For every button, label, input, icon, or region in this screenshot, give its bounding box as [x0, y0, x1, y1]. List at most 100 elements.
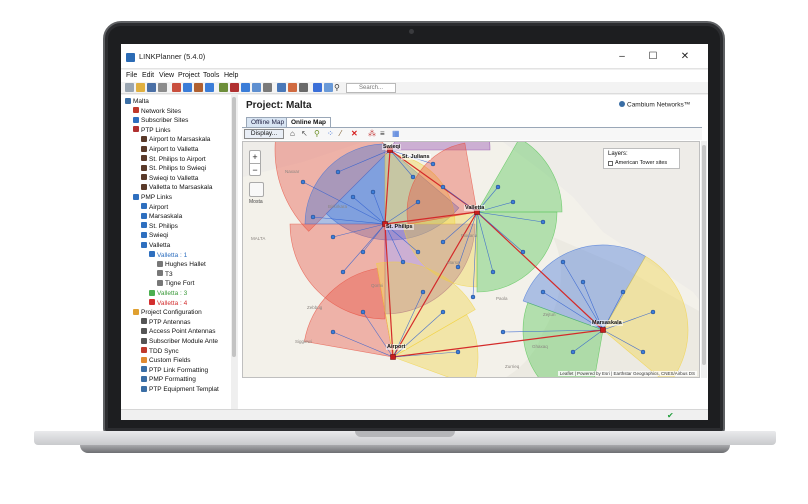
tab-offline-map[interactable]: Offline Map — [246, 117, 290, 127]
site-label-airport[interactable]: Airport — [386, 344, 407, 350]
laptop-notch — [355, 431, 455, 437]
subscriber-site-icon[interactable] — [183, 83, 192, 92]
tree-item[interactable]: Access Point Antennas — [141, 327, 216, 336]
menu-help[interactable]: Help — [224, 72, 238, 79]
pointer-icon[interactable]: ↖ — [301, 129, 308, 139]
layout-icon[interactable] — [324, 83, 333, 92]
site-label-st-philips[interactable]: St. Philips — [385, 224, 414, 230]
map-scroll-thumb[interactable] — [702, 145, 706, 365]
tree-item[interactable]: PMP Links — [133, 193, 172, 202]
tree-item[interactable]: PTP Equipment Templat — [141, 385, 219, 394]
tree-item[interactable]: St. Philips to Swieqi — [141, 164, 206, 173]
tree-item[interactable]: Tigne Fort — [157, 279, 194, 288]
layers-icon[interactable] — [249, 182, 264, 197]
link-icon — [141, 135, 147, 142]
zoom-in-button[interactable]: + — [250, 151, 260, 163]
tree-item[interactable]: Swieqi to Valletta — [141, 174, 198, 183]
tree-item[interactable]: Marsaskala — [141, 212, 182, 221]
tree-item-label: Subscriber Sites — [141, 117, 189, 125]
tree-item[interactable]: Malta — [125, 97, 149, 106]
menu-file[interactable]: File — [126, 72, 137, 79]
search-input[interactable]: Search... — [346, 83, 396, 93]
tree-scroll-thumb[interactable] — [232, 97, 236, 357]
tree-item[interactable]: Subscriber Sites — [133, 116, 188, 125]
tree-item[interactable]: TDD Sync — [141, 347, 179, 356]
menu-project[interactable]: Project — [178, 72, 200, 79]
search-icon: ⚲ — [334, 83, 340, 92]
home-icon[interactable]: ⌂ — [290, 129, 295, 139]
add-link-icon[interactable]: ⁘ — [327, 129, 334, 139]
map-icon[interactable] — [252, 83, 261, 92]
tree-item[interactable]: St. Philips — [141, 222, 178, 231]
tree-item[interactable]: Valletta : 4 — [149, 299, 187, 308]
print-icon[interactable] — [158, 83, 167, 92]
network-site-icon[interactable] — [172, 83, 181, 92]
tree-item[interactable]: T3 — [157, 270, 173, 279]
minimize-button[interactable]: – — [611, 50, 633, 64]
online-map[interactable]: + − Mosta Layers: American Tower sites S… — [242, 141, 700, 378]
save-icon[interactable] — [147, 83, 156, 92]
subscriber-node — [420, 289, 426, 295]
tree-item[interactable]: PTP Antennas — [141, 318, 190, 327]
tree-item[interactable]: Valletta : 3 — [149, 289, 187, 298]
open-icon[interactable] — [136, 83, 145, 92]
tree-item[interactable]: Valletta to Marsaskala — [141, 183, 212, 192]
table-icon[interactable]: ▦ — [392, 129, 400, 139]
earth-icon[interactable] — [241, 83, 250, 92]
site-label-swieqi[interactable]: Swieqi — [382, 144, 402, 150]
panel-toggle-icon[interactable] — [313, 83, 322, 92]
sync-icon — [141, 347, 147, 354]
sm-icon — [157, 279, 163, 286]
tab-online-map[interactable]: Online Map — [286, 117, 332, 127]
tree-item[interactable]: St. Philips to Airport — [141, 155, 206, 164]
tree-item[interactable]: Custom Fields — [141, 356, 191, 365]
tree-item[interactable]: Network Sites — [133, 107, 181, 116]
display-button[interactable]: Display... — [244, 129, 284, 139]
bom-icon[interactable] — [277, 83, 286, 92]
draw-link-icon[interactable]: ⁄ — [340, 129, 341, 139]
tree-item[interactable]: Airport to Valletta — [141, 145, 198, 154]
place-ghaxaq: Ghaxaq — [532, 344, 548, 349]
tree-item[interactable]: PTP Links — [133, 126, 171, 135]
subscriber-node — [580, 279, 586, 285]
tree-item[interactable]: Subscriber Module Ante — [141, 337, 218, 346]
close-button[interactable]: ✕ — [674, 50, 696, 64]
ap-icon — [141, 222, 147, 229]
place-zebbug: Zebbug — [307, 305, 323, 310]
nodes-icon[interactable]: ⁂ — [368, 129, 376, 139]
report-icon[interactable] — [263, 83, 272, 92]
delete-icon[interactable]: ✕ — [351, 129, 358, 139]
layer-checkbox[interactable] — [608, 161, 613, 166]
tree-item-label: Airport — [149, 203, 169, 211]
delete-icon[interactable] — [230, 83, 239, 92]
menu-edit[interactable]: Edit — [142, 72, 154, 79]
site-label-valletta[interactable]: Valletta — [464, 205, 486, 211]
settings-icon[interactable] — [299, 83, 308, 92]
tree-item[interactable]: Hughes Hallet — [157, 260, 206, 269]
site-label-marsaskala[interactable]: Marsaskala — [591, 320, 623, 326]
tree-item[interactable]: Swieqi — [141, 231, 168, 240]
subscriber-node — [470, 294, 476, 300]
tree-item[interactable]: Valletta : 1 — [149, 251, 187, 260]
menu-tools[interactable]: Tools — [203, 72, 219, 79]
tree-item[interactable]: Valletta — [141, 241, 170, 250]
maximize-button[interactable]: ☐ — [642, 50, 664, 64]
tree-item[interactable]: Airport — [141, 203, 168, 212]
tree-item[interactable]: PMP Formatting — [141, 375, 196, 384]
tree-item-label: Airport to Marsaskala — [149, 136, 211, 144]
tree-item[interactable]: Project Configuration — [133, 308, 202, 317]
add-site-icon[interactable]: ⚲ — [314, 129, 320, 139]
subscriber-node — [440, 184, 446, 190]
label-icon[interactable]: ≡ — [380, 129, 385, 139]
pmp-link-icon[interactable] — [205, 83, 214, 92]
zoom-out-button[interactable]: − — [250, 163, 260, 175]
menu-view[interactable]: View — [159, 72, 174, 79]
map-attribution[interactable]: Leaflet | Powered by Esri | Earthstar Ge… — [557, 371, 697, 376]
tree-item[interactable]: Airport to Marsaskala — [141, 135, 210, 144]
ptp-link-icon[interactable] — [194, 83, 203, 92]
site-label-st-julians[interactable]: St. Julians — [401, 154, 431, 160]
new-icon[interactable] — [125, 83, 134, 92]
profile-icon[interactable] — [219, 83, 228, 92]
export-icon[interactable] — [288, 83, 297, 92]
tree-item[interactable]: PTP Link Formatting — [141, 366, 208, 375]
